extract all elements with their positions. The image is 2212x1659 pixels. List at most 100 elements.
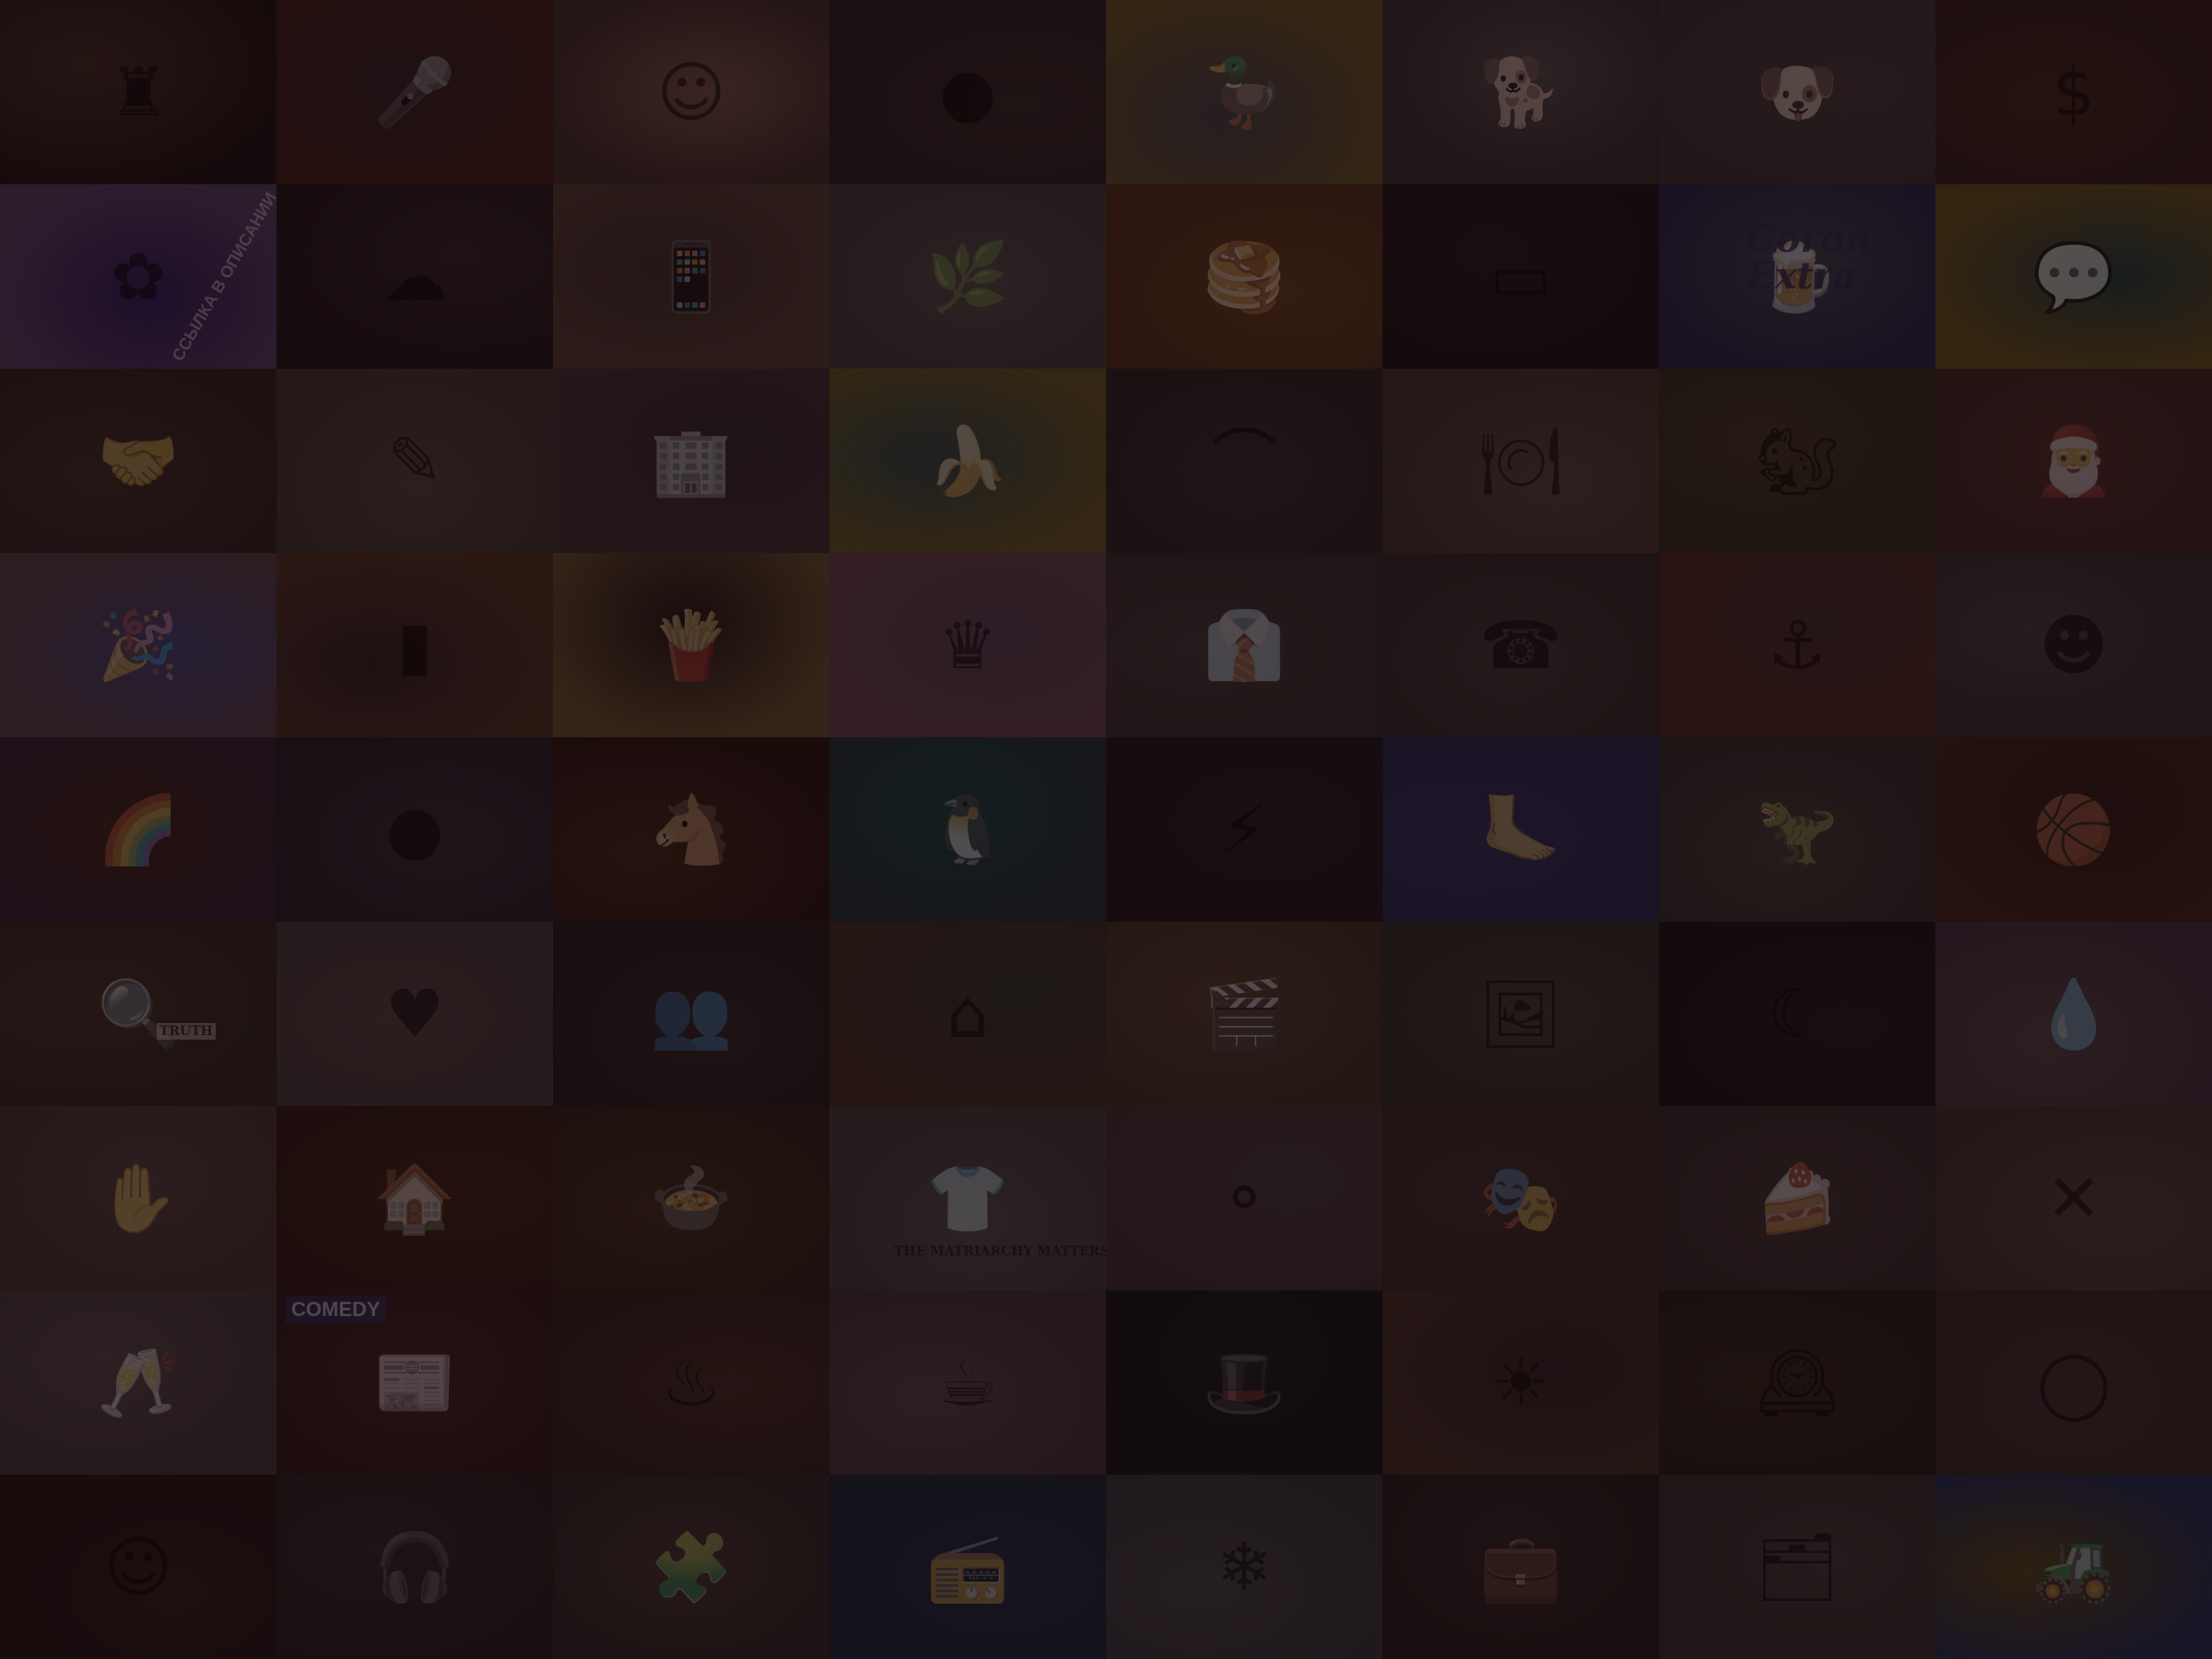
phone-call-icon: ☎ <box>1479 606 1562 684</box>
clock-icon: 🕰 <box>1755 1344 1840 1421</box>
dog-icon: 🐕 <box>1479 53 1562 131</box>
detective-desk-photo: 🔍 TRUTH <box>0 922 276 1106</box>
planet-icon: ● <box>385 791 444 868</box>
tile-caption: TRUTH <box>157 1023 216 1040</box>
leg-icon: 🦶 <box>1479 791 1562 868</box>
tractor-icon: 🚜 <box>2032 1528 2115 1606</box>
suit-icon: 👔 <box>1203 606 1286 684</box>
pink-items-bed-photo: ☕ <box>830 1290 1106 1475</box>
office-icon: 🗂 <box>1755 1528 1840 1606</box>
food-icon: 🥞 <box>1203 238 1286 315</box>
moon-icon: ☾ <box>1767 975 1828 1053</box>
group-night-photo: 👥 <box>553 922 830 1106</box>
woman-headache-photo: ☺ <box>553 0 830 184</box>
background-photo-mosaic: ♜ 🎤 ☺ ● 🦆 🐕 🐶 $ ✿ ССЫЛКА В ОПИСАНИИ ☁ 📱 🌿 🥞 ▭ 🍺 Corona E… <box>0 0 2212 1659</box>
hole-icon: ● <box>938 53 997 131</box>
face-icon: ☺ <box>656 53 726 131</box>
speech-bubble-teal: 💬 <box>1936 184 2212 369</box>
painting-icon: 🖼 <box>1478 975 1563 1053</box>
movie-scene-photo: 🎬 <box>1106 922 1382 1106</box>
collage-icon: ✿ <box>110 238 167 315</box>
money-stock-ticker-photo: $ <box>1936 0 2212 184</box>
orbit-sphere-photo: ● <box>276 737 553 922</box>
office-scene-photo: 🗂 <box>1659 1475 1936 1659</box>
table-icon: ▭ <box>1488 238 1553 315</box>
banana-icon: 🍌 <box>926 422 1009 500</box>
phone-icon: 📱 <box>650 238 733 315</box>
dinosaur-cliff-photo: 🦖 <box>1659 737 1936 922</box>
horse-icon: 🐴 <box>650 791 733 868</box>
plate-icon: 🍽 <box>1478 422 1563 500</box>
purple-collage-poster: ✿ ССЫЛКА В ОПИСАНИИ <box>0 184 276 369</box>
santa-icon: 🎅 <box>2032 422 2115 500</box>
night-landscape-photo: ☾ <box>1659 922 1936 1106</box>
choker-neck-photo: ◯ <box>1936 1290 2212 1475</box>
cartoon-djs-illustration: 🎧 <box>276 1475 553 1659</box>
cake-slice-photo: 🍰 <box>1659 1106 1936 1290</box>
holding-hands-photo: 🤝 <box>0 369 276 553</box>
pendulum-balls-photo: ⚬ <box>1106 1106 1382 1290</box>
basketball-hands-photo: 🏀 <box>1936 737 2212 922</box>
bowl-icon: 🍲 <box>650 1159 733 1237</box>
rainbow-toys-photo: 🌈 <box>0 737 276 922</box>
man-smiling-photo: ☺ <box>0 1475 276 1659</box>
astronomical-clock-photo: 🕰 <box>1659 1290 1936 1475</box>
briefcase-icon: 💼 <box>1479 1528 1562 1606</box>
corona-extra-box: 🍺 Corona Extra <box>1659 184 1936 369</box>
horse-closeup-photo: 🐴 <box>553 737 830 922</box>
puzzle-table-photo: 🧩 <box>553 1475 830 1659</box>
dinosaur-icon: 🦖 <box>1756 791 1839 868</box>
building-icon: 🏢 <box>650 422 733 500</box>
wallet-icon: ▮ <box>396 606 433 684</box>
shirt-icon: 👕 <box>926 1159 1009 1237</box>
mime-icon: 🎭 <box>1479 1159 1562 1237</box>
tattoo-arm-photo: ✎ <box>276 369 553 553</box>
leather-phone-case-photo: ▮ <box>276 553 553 737</box>
business-meeting-photo: 💼 <box>1382 1475 1659 1659</box>
speech-bubble-icon: 💬 <box>2032 238 2115 315</box>
rainbow-icon: 🌈 <box>97 791 180 868</box>
necklace-icon: ◯ <box>2036 1344 2112 1421</box>
dark-table-photo: ▭ <box>1382 184 1659 369</box>
plant-icon: 🌿 <box>926 238 1009 315</box>
spa-icon: ✋ <box>97 1159 180 1237</box>
group-icon: 👥 <box>650 975 733 1053</box>
sunset-icon: ☀ <box>1490 1344 1551 1421</box>
slime-hands-photo: 💧 <box>1936 922 2212 1106</box>
film-icon: 🎬 <box>1203 975 1286 1053</box>
dog-face-icon: 🐶 <box>1756 53 1839 131</box>
rubber-duck-harbor-photo: 🦆 <box>1106 0 1382 184</box>
ship-captain-photo: ⚓ <box>1659 553 1936 737</box>
money-icon: $ <box>2053 53 2095 131</box>
ranger-icon: ⚡ <box>1220 791 1268 868</box>
microphone-icon: 🎤 <box>373 53 456 131</box>
boombox-icon: 📻 <box>926 1528 1009 1606</box>
man-boombox-photo: 📻 <box>830 1475 1106 1659</box>
woman-on-phone-photo: ☎ <box>1382 553 1659 737</box>
chips-icon: 🍟 <box>650 606 733 684</box>
magazine-icon: 📰 <box>373 1344 456 1421</box>
salad-plate-photo: 🍽 <box>1382 369 1659 553</box>
dead-dog-logo: 🐶 <box>1659 0 1936 184</box>
puzzle-icon: 🧩 <box>650 1528 733 1606</box>
facial-treatment-photo: ✋ <box>0 1106 276 1290</box>
fried-chips-photo: 🍟 <box>553 553 830 737</box>
banana-photo: 🍌 <box>830 369 1106 553</box>
tile-caption: Corona Extra <box>1747 218 1896 298</box>
disney-princesses-photo: ♛ <box>830 553 1106 737</box>
singer-on-stage-photo: 🎤 <box>276 0 553 184</box>
figurines-plant-photo: 🌿 <box>830 184 1106 369</box>
hands-icon: 🤝 <box>97 422 180 500</box>
tattoo-icon: ✎ <box>386 422 443 500</box>
bridge-icon: ⌒ <box>1210 422 1278 500</box>
cup-icon: ☕ <box>937 1344 998 1421</box>
x-sign-icon: ✕ <box>2045 1159 2102 1237</box>
legs-blue-wall-photo: 🦶 <box>1382 737 1659 922</box>
massage-icon: ♨ <box>661 1344 722 1421</box>
potato-pancakes-photo: 🥞 <box>1106 184 1382 369</box>
party-icon: 🎉 <box>97 606 180 684</box>
basketball-icon: 🏀 <box>2032 791 2115 868</box>
women-karaoke-photo: 🎉 <box>0 553 276 737</box>
headphones-icon: 🎧 <box>373 1528 456 1606</box>
captain-icon: ⚓ <box>1767 606 1828 684</box>
